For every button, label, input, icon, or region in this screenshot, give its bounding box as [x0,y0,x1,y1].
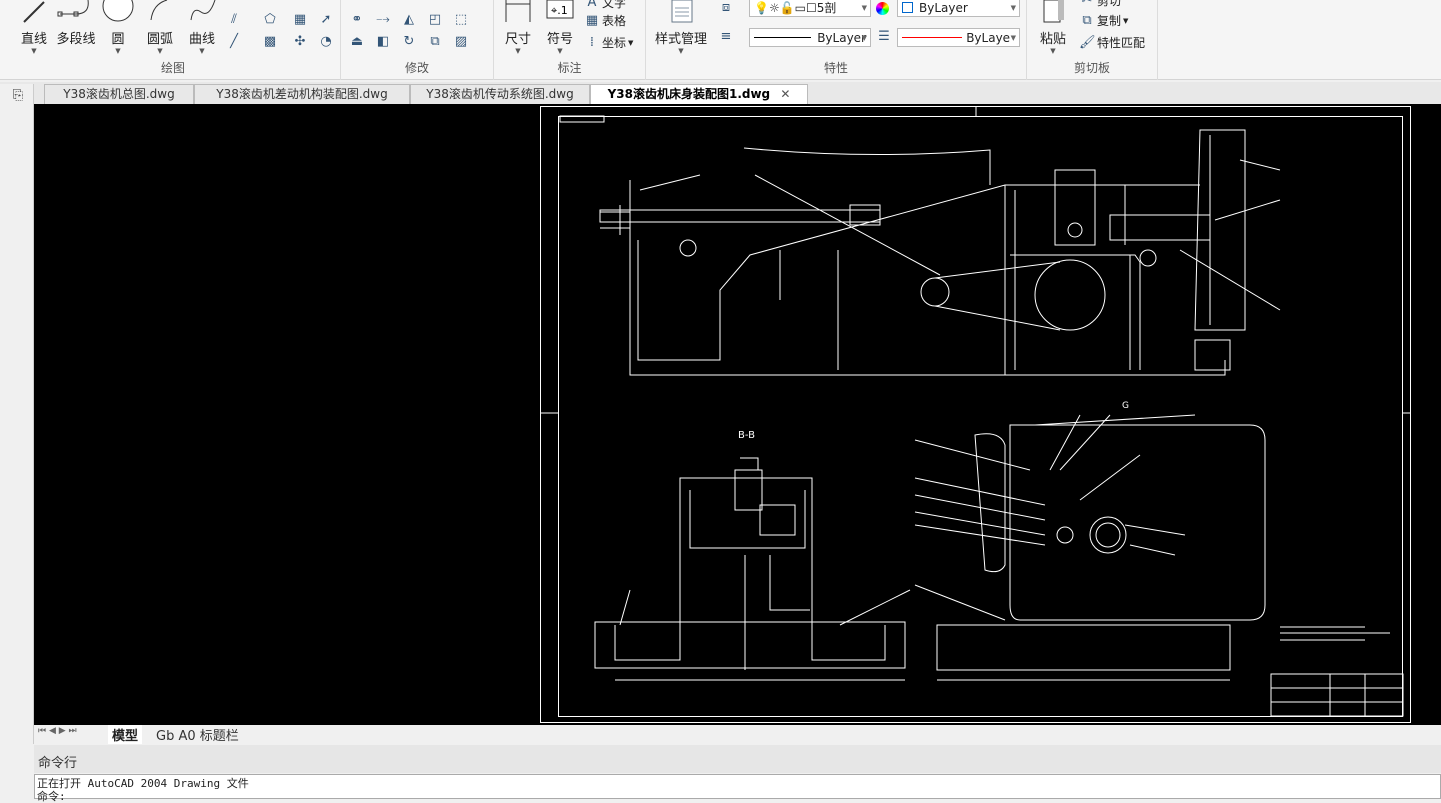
move-icon[interactable]: ⚭ [349,12,365,28]
table-icon: ▦ [585,12,599,28]
coordinate-icon: ⁞ [589,34,595,50]
edit-hatch-icon[interactable]: ▨ [453,34,469,50]
rotate-icon[interactable]: ↻ [401,34,417,50]
layout-tabs: ⏮ ◀ ▶ ⏭ 模型 Gb A0 标题栏 [34,725,1441,744]
trim-icon[interactable]: ⤍ [375,12,391,28]
left-toolbar: ⎘ [0,84,34,744]
symbol-button[interactable]: ⌖.1 符号 ▼ [542,0,578,55]
doc-tab[interactable]: Y38滚齿机总图.dwg [44,84,194,104]
layer-dropdown[interactable]: 💡☼🔓▭☐ 5剖 ▼ [749,0,871,17]
curve-button[interactable]: 曲线 ▼ [182,0,222,55]
cut-button[interactable]: ✂ 剪切 [1079,0,1121,9]
copy-button[interactable]: ⧉ 复制 ▼ [1079,12,1128,29]
dimension-button[interactable]: 尺寸 ▼ [500,0,536,55]
line-button[interactable]: 直线 ▼ [16,0,52,55]
text-icon: A [587,0,597,10]
title-block [1270,626,1404,717]
coordinate-button[interactable]: ⁞ 坐标 ▼ [584,34,633,51]
view-label: G [1122,401,1129,411]
layer-state-icons: 💡☼🔓▭☐ [754,0,817,15]
doc-tab[interactable]: Y38滚齿机差动机构装配图.dwg [194,84,410,104]
arc-button[interactable]: 圆弧 ▼ [140,0,180,55]
cad-drawing: B-B G [540,106,1411,723]
hatch-icon[interactable]: ▩ [262,34,278,50]
linetype-dropdown[interactable]: ByLayer ▼ [749,28,871,47]
list-icon[interactable]: ≡ [718,29,734,45]
paste-button[interactable]: 粘贴 ▼ [1035,0,1071,55]
stretch-icon[interactable]: ◧ [375,34,391,50]
side-view [914,414,1266,681]
panel-annotate: 尺寸 ▼ ⌖.1 符号 ▼ A 文字 ▦ 表格 ⁞ 坐标 ▼ 标注 [494,0,646,80]
doc-tab[interactable]: Y38滚齿机传动系统图.dwg [410,84,590,104]
drawing-canvas[interactable]: B-B G [34,104,1441,725]
inner-frame [558,116,1403,717]
ribbon: 直线 ▼ 多段线 圆 ▼ 圆弧 ▼ 曲线 ▼ ⫽ ╱ ⬠ ▩ ▦ ✣ ➚ ◔ 绘图 ⚭ … [0,0,1441,80]
scissors-icon: ✂ [1081,0,1093,8]
block-icon[interactable]: ▦ [292,12,308,28]
lineweight-dropdown[interactable]: ByLayer ▼ [897,28,1020,47]
group-icon[interactable]: ✣ [292,34,308,50]
command-window[interactable]: 正在打开 AutoCAD 2004 Drawing 文件 命令: [34,774,1441,803]
select-icon[interactable]: ⬚ [453,12,469,28]
layer-properties-icon[interactable]: ⧈ [718,0,734,16]
sheet-border [540,106,1411,723]
command-header: 命令行 [34,745,1441,773]
nav-arrows[interactable]: ⏮ ◀ ▶ ⏭ [38,726,77,736]
copy-icon: ⧉ [1082,12,1092,28]
mirror-icon[interactable]: ◭ [401,12,417,28]
boundary-icon[interactable]: ◔ [318,34,334,50]
lineweight-preview [902,37,963,38]
document-tabs: Y38滚齿机总图.dwg Y38滚齿机差动机构装配图.dwg Y38滚齿机传动系… [0,82,1441,104]
tab-layout[interactable]: Gb A0 标题栏 [152,725,243,744]
top-assembly-view [599,129,1281,376]
doc-tab-active[interactable]: Y38滚齿机床身装配图1.dwg ✕ [590,84,808,104]
color-wheel-icon[interactable] [876,2,889,15]
linetype-preview [754,37,812,38]
text-button[interactable]: A 文字 [584,0,626,11]
brush-icon: 🖌 [1079,34,1096,50]
svg-text:⌖.1: ⌖.1 [551,4,568,17]
region-icon[interactable]: ⬠ [262,12,278,28]
panel-properties: 样式管理 ▼ ⧈ ≡ 💡☼🔓▭☐ 5剖 ▼ ByLayer ▼ ByLayer ▼ ☰ B… [646,0,1027,80]
tab-model[interactable]: 模型 [108,725,143,744]
color-dropdown[interactable]: ByLayer ▼ [897,0,1020,17]
close-icon[interactable]: ✕ [780,87,790,101]
circle-button[interactable]: 圆 ▼ [100,0,136,55]
panel-clipboard: 粘贴 ▼ ✂ 剪切 ⧉ 复制 ▼ 🖌 特性匹配 剪切板 [1027,0,1158,80]
panel-draw: 直线 ▼ 多段线 圆 ▼ 圆弧 ▼ 曲线 ▼ ⫽ ╱ ⬠ ▩ ▦ ✣ ➚ ◔ 绘图 [6,0,341,80]
color-swatch [902,2,913,13]
command-prompt: 命令: [37,790,66,803]
command-history-line: 正在打开 AutoCAD 2004 Drawing 文件 [37,777,249,790]
offset-icon[interactable]: ⏏ [349,34,365,50]
section-view [594,457,911,681]
scale-icon[interactable]: ◰ [427,12,443,28]
table-button[interactable]: ▦ 表格 [584,12,626,29]
array-icon[interactable]: ⧉ [427,34,443,50]
section-label: B-B [738,430,755,441]
construction-line-icon[interactable]: ╱ [226,34,242,50]
match-properties-button[interactable]: 🖌 特性匹配 [1079,34,1145,51]
hatch-lines-icon[interactable]: ⫽ [226,12,242,28]
tool-palette-icon[interactable]: ⎘ [10,88,26,104]
pick-icon[interactable]: ➚ [318,12,334,28]
lineweight-icon: ☰ [878,29,890,44]
polyline-button[interactable]: 多段线 [54,0,98,47]
style-manager-button[interactable]: 样式管理 ▼ [650,0,712,55]
panel-modify: ⚭ ⤍ ◭ ◰ ⬚ ⏏ ◧ ↻ ⧉ ▨ 修改 [341,0,494,80]
